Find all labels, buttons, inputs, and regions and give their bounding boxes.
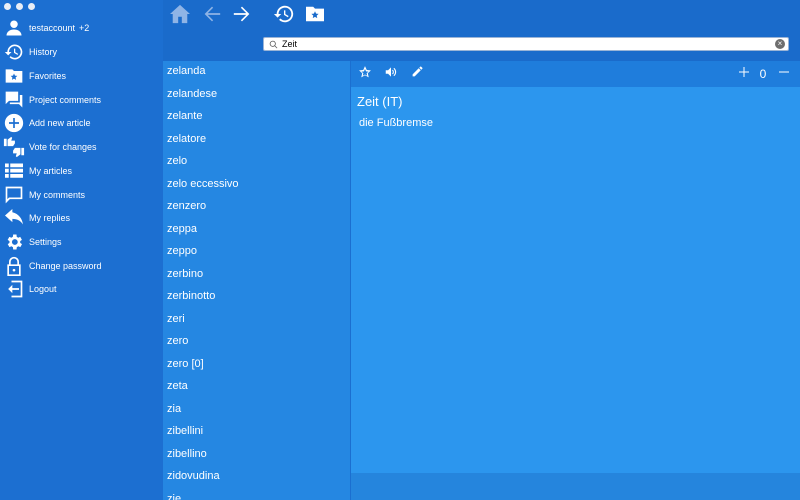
word-list-item[interactable]: zelo eccessivo — [163, 174, 350, 197]
account-name: testaccount — [29, 23, 76, 33]
sidebar-item-my-articles[interactable]: My articles — [0, 160, 163, 182]
user-icon — [3, 17, 25, 39]
pronounce-button[interactable] — [382, 65, 400, 83]
history-icon — [273, 3, 295, 30]
sidebar-item-add-new-article[interactable]: Add new article — [0, 112, 163, 134]
favorites-folder-icon — [3, 65, 25, 87]
forward-button[interactable] — [230, 4, 254, 28]
sidebar-item-my-comments[interactable]: My comments — [0, 184, 163, 206]
entry-toolbar: 0 — [351, 61, 800, 87]
account-extra-count: +2 — [79, 23, 90, 33]
window-close-button[interactable] — [4, 3, 11, 10]
home-icon — [169, 4, 191, 29]
word-list-item[interactable]: zenzero — [163, 196, 350, 219]
upvote-button[interactable] — [735, 65, 753, 83]
history-icon — [3, 41, 25, 63]
entry-footer — [351, 473, 800, 500]
sidebar-item-history[interactable]: History — [0, 41, 163, 63]
window-zoom-button[interactable] — [28, 3, 35, 10]
history-button[interactable] — [272, 4, 296, 28]
arrow-right-icon — [232, 5, 252, 28]
entry-detail-panel: 0 Zeit (IT) die Fußbremse — [351, 61, 800, 500]
favorites-button[interactable] — [303, 4, 327, 28]
gear-icon — [3, 231, 25, 253]
lock-icon — [3, 255, 25, 277]
sidebar: testaccount +2 History Favorites Project… — [0, 0, 163, 500]
vote-icon — [3, 136, 25, 158]
logout-icon — [3, 278, 25, 300]
sidebar-item-change-password[interactable]: Change password — [0, 255, 163, 277]
downvote-button[interactable] — [775, 65, 793, 83]
word-list-item[interactable]: zeri — [163, 309, 350, 332]
sidebar-item-label: Logout — [29, 284, 57, 294]
word-list-item[interactable]: zia — [163, 399, 350, 422]
word-list-item[interactable]: zeppa — [163, 219, 350, 242]
favorites-folder-icon — [304, 5, 326, 28]
sidebar-item-label: Favorites — [29, 71, 67, 81]
word-list-item[interactable]: zelatore — [163, 129, 350, 152]
sidebar-item-label: My replies — [29, 213, 71, 223]
vote-count: 0 — [759, 67, 767, 81]
word-list-item[interactable]: zero — [163, 331, 350, 354]
back-button[interactable] — [200, 4, 224, 28]
favorite-button[interactable] — [356, 65, 374, 83]
window-minimize-button[interactable] — [16, 3, 23, 10]
word-list-item[interactable]: zeppo — [163, 241, 350, 264]
clear-search-icon[interactable]: × — [775, 39, 785, 49]
word-list-item[interactable]: zie — [163, 489, 350, 500]
sidebar-item-label: My articles — [29, 166, 73, 176]
sidebar-item-project-comments[interactable]: Project comments — [0, 89, 163, 111]
sidebar-item-settings[interactable]: Settings — [0, 231, 163, 253]
plus-icon — [738, 65, 750, 83]
top-toolbar: × — [163, 0, 800, 61]
sidebar-item-label: Project comments — [29, 95, 102, 105]
sidebar-item-label: Vote for changes — [29, 142, 97, 152]
sidebar-item-label: My comments — [29, 190, 86, 200]
search-box: × — [263, 37, 789, 51]
sidebar-item-favorites[interactable]: Favorites — [0, 65, 163, 87]
sidebar-item-label: History — [29, 47, 58, 57]
comments-icon — [3, 89, 25, 111]
word-list-item[interactable]: zidovudina — [163, 466, 350, 489]
word-list-item[interactable]: zero [0] — [163, 354, 350, 377]
edit-button[interactable] — [408, 65, 426, 83]
comment-icon — [3, 184, 25, 206]
sidebar-item-label: Change password — [29, 261, 102, 271]
list-icon — [3, 160, 25, 182]
word-list-item[interactable]: zelanda — [163, 61, 350, 84]
entry-translation[interactable]: die Fußbremse — [359, 117, 433, 129]
home-button[interactable] — [168, 4, 192, 28]
search-icon — [267, 38, 279, 50]
word-list-item[interactable]: zerbinotto — [163, 286, 350, 309]
word-list: zelanda zelandese zelante zelatore zelo zelo … — [163, 61, 350, 500]
entry-title: Zeit (IT) — [357, 94, 403, 109]
sidebar-item-vote-for-changes[interactable]: Vote for changes — [0, 136, 163, 158]
sidebar-item-label: Add new article — [29, 118, 91, 128]
sidebar-item-my-replies[interactable]: My replies — [0, 207, 163, 229]
minus-icon — [778, 65, 790, 83]
word-list-item[interactable]: zelante — [163, 106, 350, 129]
word-list-item[interactable]: zibellini — [163, 421, 350, 444]
add-icon — [3, 112, 25, 134]
arrow-left-icon — [202, 5, 222, 28]
window-controls — [4, 3, 35, 10]
pencil-icon — [411, 65, 424, 83]
search-input[interactable] — [282, 38, 775, 50]
speaker-icon — [384, 65, 398, 84]
sidebar-item-label: Settings — [29, 237, 62, 247]
sidebar-item-logout[interactable]: Logout — [0, 278, 163, 300]
word-list-item[interactable]: zelo — [163, 151, 350, 174]
word-list-item[interactable]: zibellino — [163, 444, 350, 467]
word-list-item[interactable]: zerbino — [163, 264, 350, 287]
word-list-item[interactable]: zeta — [163, 376, 350, 399]
star-outline-icon — [358, 65, 372, 84]
account-row[interactable]: testaccount +2 — [0, 17, 163, 39]
word-list-item[interactable]: zelandese — [163, 84, 350, 107]
reply-icon — [3, 207, 25, 229]
